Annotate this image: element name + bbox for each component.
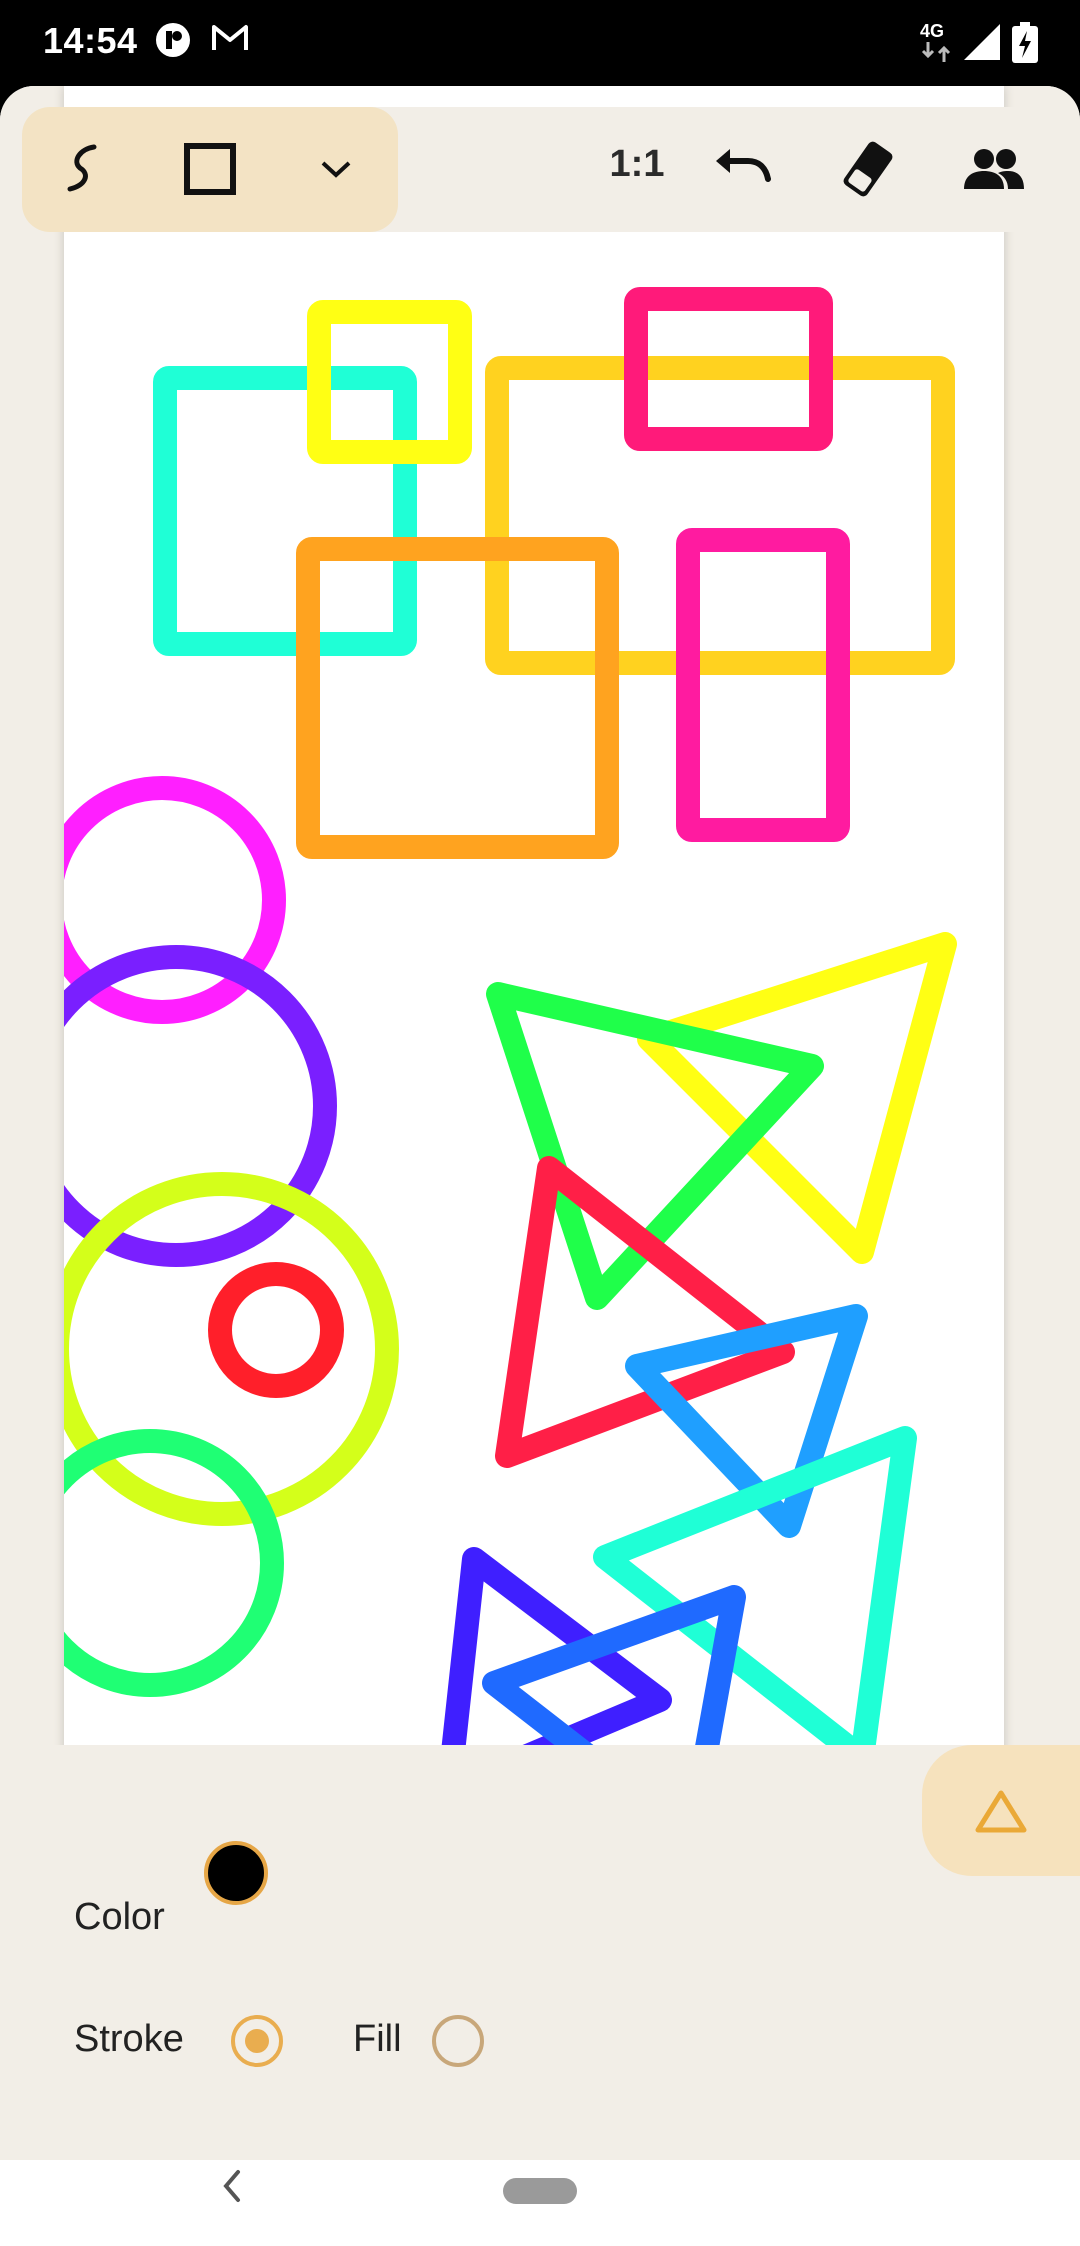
rectangle-tool-button[interactable] bbox=[170, 129, 250, 209]
canvas-area bbox=[0, 86, 1080, 1831]
fill-radio[interactable] bbox=[432, 2015, 484, 2067]
properties-panel bbox=[0, 1745, 1080, 2160]
app-notification-icon bbox=[156, 23, 190, 57]
gmail-icon bbox=[212, 25, 248, 50]
eraser-icon bbox=[843, 141, 893, 197]
undo-icon bbox=[716, 149, 771, 182]
navigation-bar bbox=[0, 2130, 1080, 2246]
canvas-rectangle bbox=[296, 537, 619, 859]
freehand-draw-button[interactable] bbox=[43, 129, 123, 209]
status-time: 14:54 bbox=[43, 20, 138, 61]
people-icon bbox=[964, 149, 1024, 189]
fill-label: Fill bbox=[353, 2018, 402, 2060]
back-icon[interactable] bbox=[216, 2164, 246, 2208]
eraser-button[interactable] bbox=[828, 129, 908, 209]
canvas-drawing bbox=[64, 287, 957, 1831]
network-type-label: 4G bbox=[920, 21, 945, 41]
shape-triangle-button[interactable] bbox=[922, 1745, 1080, 1876]
freehand-draw-icon bbox=[67, 144, 97, 192]
chevron-down-icon bbox=[321, 161, 351, 178]
collaborators-button[interactable] bbox=[954, 129, 1034, 209]
home-pill[interactable] bbox=[503, 2178, 577, 2204]
canvas-circle bbox=[64, 1429, 284, 1697]
canvas-rectangle bbox=[153, 366, 417, 656]
tool-group bbox=[22, 107, 398, 232]
undo-button[interactable] bbox=[702, 129, 782, 209]
color-swatch[interactable] bbox=[204, 1841, 268, 1905]
stroke-radio[interactable] bbox=[231, 2015, 283, 2067]
triangle-icon bbox=[975, 1790, 1027, 1832]
battery-charging-icon bbox=[1012, 22, 1038, 63]
canvas-triangle bbox=[495, 1156, 795, 1468]
rectangle-tool-icon bbox=[184, 143, 236, 195]
drawing-canvas[interactable] bbox=[64, 86, 1004, 1831]
stroke-label: Stroke bbox=[74, 2018, 184, 2060]
cellular-signal-icon bbox=[964, 24, 1000, 60]
canvas-rectangle bbox=[676, 528, 850, 842]
canvas-circle bbox=[208, 1262, 344, 1398]
zoom-level-button[interactable]: 1:1 bbox=[582, 143, 692, 186]
canvas-rectangle bbox=[485, 356, 955, 675]
color-label: Color bbox=[74, 1896, 165, 1938]
status-bar: 14:54 4G bbox=[0, 0, 1080, 86]
top-toolbar: 1:1 bbox=[22, 107, 1058, 232]
data-arrows-icon bbox=[921, 42, 951, 62]
shape-menu-button[interactable] bbox=[296, 129, 376, 209]
